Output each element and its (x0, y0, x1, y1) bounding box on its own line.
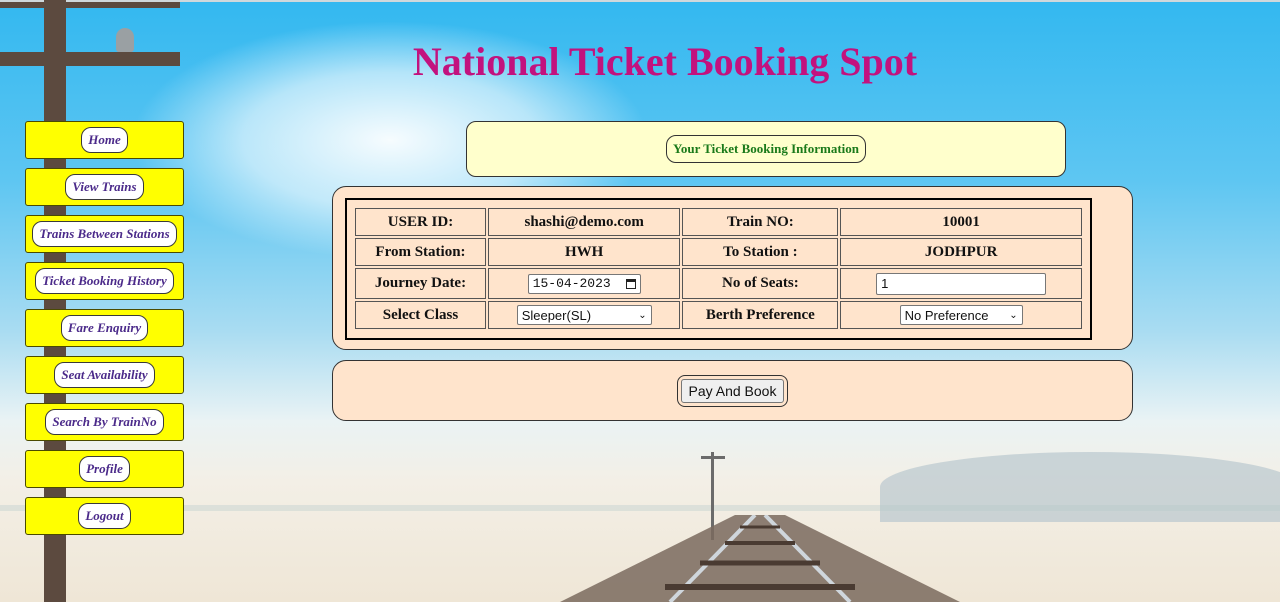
berth-cell: No Preference ⌄ (840, 301, 1082, 329)
booking-info-header: Your Ticket Booking Information (466, 121, 1066, 177)
pay-button-wrapper: Pay And Book (676, 374, 789, 407)
sidebar-menu: Home View Trains Trains Between Stations… (25, 121, 186, 544)
chevron-down-icon: ⌄ (638, 309, 647, 321)
to-station-value: JODHPUR (840, 238, 1082, 266)
railway-track (560, 515, 960, 602)
class-select[interactable]: Sleeper(SL) ⌄ (516, 305, 652, 325)
seats-input[interactable]: 1 (876, 272, 1047, 295)
class-cell: Sleeper(SL) ⌄ (487, 301, 681, 329)
menu-item-seat-availability[interactable]: Seat Availability (25, 356, 184, 394)
from-station-value: HWH (487, 238, 681, 266)
journey-date-label: Journey Date: (355, 268, 486, 299)
journey-date-text: 15-04-2023 (532, 276, 611, 291)
page-title: National Ticket Booking Spot (412, 39, 918, 84)
menu-item-fare-enquiry[interactable]: Fare Enquiry (25, 309, 184, 347)
menu-item-ticket-booking-history[interactable]: Ticket Booking History (25, 262, 184, 300)
user-id-label: USER ID: (355, 208, 486, 236)
menu-item-label[interactable]: Home (81, 127, 128, 153)
booking-info-label: Your Ticket Booking Information (665, 135, 866, 163)
menu-item-label[interactable]: Profile (79, 456, 130, 482)
berth-select[interactable]: No Preference ⌄ (899, 305, 1023, 325)
user-id-value: shashi@demo.com (487, 208, 681, 236)
menu-item-label[interactable]: Ticket Booking History (35, 268, 174, 294)
menu-item-home[interactable]: Home (25, 121, 184, 159)
booking-form-panel: USER ID: shashi@demo.com Train NO: 10001… (332, 186, 1133, 350)
pay-and-book-button[interactable]: Pay And Book (680, 378, 785, 403)
menu-item-profile[interactable]: Profile (25, 450, 184, 488)
menu-item-label[interactable]: View Trains (65, 174, 144, 200)
menu-item-logout[interactable]: Logout (25, 497, 184, 535)
berth-label: Berth Preference (682, 301, 839, 329)
journey-date-input[interactable]: 15-04-2023 (527, 273, 641, 294)
seats-cell: 1 (840, 268, 1082, 299)
pole-crossbar-top (0, 2, 180, 8)
horizon-line (0, 505, 1280, 511)
calendar-icon[interactable] (625, 278, 636, 289)
journey-date-cell: 15-04-2023 (487, 268, 681, 299)
menu-item-label[interactable]: Logout (78, 503, 131, 529)
menu-item-search-by-trainno[interactable]: Search By TrainNo (25, 403, 184, 441)
berth-select-value: No Preference (904, 307, 989, 323)
train-no-value: 10001 (840, 208, 1082, 236)
pay-panel: Pay And Book (332, 360, 1133, 421)
menu-item-view-trains[interactable]: View Trains (25, 168, 184, 206)
chevron-down-icon: ⌄ (1009, 309, 1018, 321)
menu-item-label[interactable]: Trains Between Stations (32, 221, 177, 247)
class-select-value: Sleeper(SL) (521, 307, 592, 323)
seats-label: No of Seats: (682, 268, 839, 299)
menu-item-label[interactable]: Search By TrainNo (45, 409, 164, 435)
from-station-label: From Station: (355, 238, 486, 266)
booking-form-table: USER ID: shashi@demo.com Train NO: 10001… (345, 198, 1092, 340)
train-no-label: Train NO: (682, 208, 839, 236)
menu-item-label[interactable]: Fare Enquiry (60, 315, 149, 341)
menu-item-label[interactable]: Seat Availability (54, 362, 155, 388)
to-station-label: To Station : (682, 238, 839, 266)
menu-item-trains-between-stations[interactable]: Trains Between Stations (25, 215, 184, 253)
distant-hill (880, 452, 1280, 522)
top-border (0, 0, 1280, 2)
class-label: Select Class (355, 301, 486, 329)
